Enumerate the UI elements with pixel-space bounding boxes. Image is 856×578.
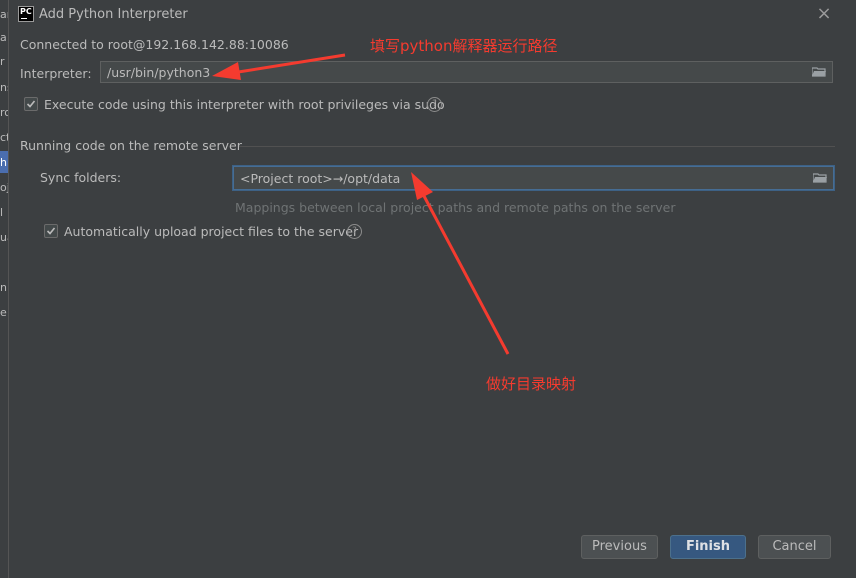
interpreter-arrowhead xyxy=(212,62,241,80)
mapping-arrow xyxy=(422,195,510,355)
interpreter-annotation: 填写python解释器运行路径 xyxy=(370,37,558,55)
interpreter-arrow xyxy=(231,53,346,75)
mapping-annotation: 做好目录映射 xyxy=(486,375,577,393)
mapping-arrowhead xyxy=(411,172,433,200)
annotation-arrows xyxy=(212,53,510,355)
